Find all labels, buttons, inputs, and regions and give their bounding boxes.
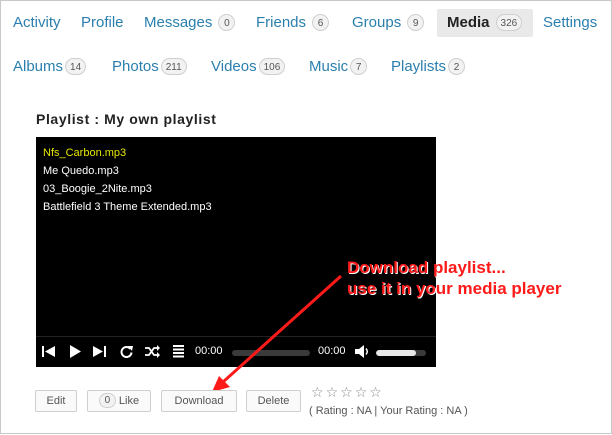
tab-label: Media (447, 14, 490, 31)
tab-groups[interactable]: Groups 9 (352, 9, 425, 37)
volume-slider[interactable] (376, 350, 426, 356)
like-count-badge: 0 (98, 392, 116, 408)
previous-track-icon[interactable] (42, 345, 56, 358)
shuffle-icon[interactable] (145, 345, 160, 358)
tab-media[interactable]: Media 326 (437, 9, 533, 37)
star-icon[interactable]: ☆ (311, 384, 324, 401)
like-button[interactable]: 0 Like (87, 390, 151, 412)
subtab-playlists[interactable]: Playlists 2 (391, 55, 466, 79)
subtab-label: Playlists (391, 58, 447, 75)
page-frame: Activity Profile Messages 0 Friends 6 Grou… (0, 0, 612, 434)
playlist-track[interactable]: 03_Boogie_2Nite.mp3 (43, 183, 152, 195)
next-track-icon[interactable] (93, 345, 107, 358)
volume-level (376, 350, 416, 356)
annotation-line: Download playlist... (347, 258, 506, 277)
tab-label: Settings (543, 14, 598, 31)
subtab-label: Photos (112, 58, 159, 75)
subtab-albums[interactable]: Albums 14 (13, 55, 87, 79)
playlist-title: Playlist : My own playlist (36, 111, 217, 127)
count-badge: 7 (350, 57, 368, 75)
download-button[interactable]: Download (161, 390, 237, 412)
tab-label: Activity (13, 14, 61, 31)
delete-button[interactable]: Delete (246, 390, 301, 412)
count-badge: 2 (448, 57, 466, 75)
tab-label: Messages (144, 14, 213, 31)
time-elapsed: 00:00 (195, 345, 223, 357)
subtab-videos[interactable]: Videos 106 (211, 55, 286, 79)
volume-icon[interactable] (355, 345, 370, 358)
time-total: 00:00 (318, 345, 346, 357)
count-badge: 9 (407, 13, 425, 31)
edit-button[interactable]: Edit (35, 390, 77, 412)
seek-bar[interactable] (232, 350, 310, 356)
tab-activity[interactable]: Activity (13, 9, 61, 37)
subtab-label: Videos (211, 58, 257, 75)
star-icon[interactable]: ☆ (326, 384, 339, 401)
player-controls: 00:00 00:00 (36, 336, 436, 367)
annotation-line: use it in your media player (347, 279, 562, 298)
subtab-music[interactable]: Music 7 (309, 55, 368, 79)
your-rating-value: Your Rating : NA ) (380, 405, 468, 417)
tab-settings[interactable]: Settings (543, 9, 597, 37)
annotation-callout: Download playlist... use it in your medi… (347, 257, 561, 299)
star-icon[interactable]: ☆ (340, 384, 353, 401)
tab-label: Groups (352, 14, 402, 31)
count-badge: 14 (65, 57, 87, 75)
star-icon[interactable]: ☆ (369, 384, 382, 401)
playlist-track[interactable]: Me Quedo.mp3 (43, 165, 119, 177)
tab-messages[interactable]: Messages 0 (144, 9, 236, 37)
repeat-icon[interactable] (120, 345, 133, 358)
subtab-label: Music (309, 58, 349, 75)
rating-separator: | (374, 405, 378, 417)
rating-value: ( Rating : NA (309, 405, 372, 417)
star-rating[interactable]: ☆ ☆ ☆ ☆ ☆ (311, 384, 384, 402)
subtab-label: Albums (13, 58, 64, 75)
tab-label: Friends (256, 14, 307, 31)
count-badge: 6 (312, 13, 330, 31)
tab-profile[interactable]: Profile (81, 9, 124, 37)
count-badge: 211 (160, 57, 187, 75)
playlist-icon[interactable] (173, 345, 184, 358)
like-label: Like (118, 395, 140, 407)
primary-nav: Activity Profile Messages 0 Friends 6 Grou… (1, 1, 611, 43)
media-player: Nfs_Carbon.mp3 Me Quedo.mp3 03_Boogie_2N… (36, 137, 436, 367)
play-icon[interactable] (70, 345, 81, 358)
playlist-track[interactable]: Nfs_Carbon.mp3 (43, 147, 126, 159)
rating-text: ( Rating : NA | Your Rating : NA ) (309, 405, 468, 417)
tab-friends[interactable]: Friends 6 (256, 9, 330, 37)
star-icon[interactable]: ☆ (355, 384, 368, 401)
playlist-track[interactable]: Battlefield 3 Theme Extended.mp3 (43, 201, 212, 213)
subtab-photos[interactable]: Photos 211 (112, 55, 187, 79)
count-badge: 0 (218, 13, 236, 31)
tab-label: Profile (81, 14, 124, 31)
count-badge: 326 (495, 13, 523, 31)
count-badge: 106 (258, 57, 286, 75)
